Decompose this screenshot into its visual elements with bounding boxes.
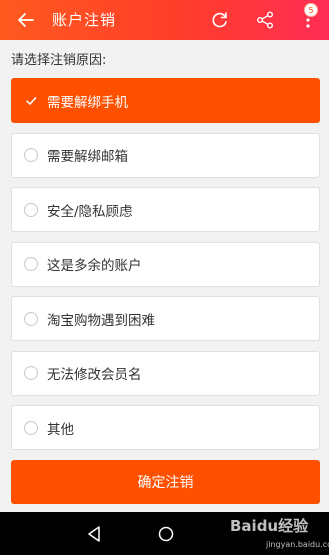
reason-option[interactable]: 淘宝购物遇到困难 — [11, 296, 320, 341]
radio-icon — [24, 148, 38, 162]
app-header: 账户注销 5 — [0, 0, 329, 40]
confirm-cancel-account-button[interactable]: 确定注销 — [11, 460, 320, 504]
refresh-button[interactable] — [208, 8, 232, 32]
reason-option[interactable]: 这是多余的账户 — [11, 241, 320, 287]
reason-list: 需要解绑手机 需要解绑邮箱 安全/隐私顾虑 这是多余的账户 淘宝购物遇到困难 无… — [11, 78, 320, 460]
reason-option-label: 无法修改会员名 — [47, 367, 142, 383]
reason-option-label: 这是多余的账户 — [47, 258, 142, 274]
watermark-url: jingyan.baidu.com — [266, 540, 329, 549]
nav-home-button[interactable] — [155, 523, 177, 545]
reason-option-label: 需要解绑手机 — [47, 94, 128, 111]
reason-option-label: 安全/隐私顾虑 — [47, 203, 133, 220]
refresh-icon — [212, 12, 227, 28]
nav-back-icon — [88, 526, 100, 542]
watermark-brand: Baidu经验 — [230, 517, 309, 535]
page-title: 账户注销 — [52, 11, 117, 29]
reason-option[interactable]: 安全/隐私顾虑 — [11, 187, 320, 232]
reason-option-label: 其他 — [47, 421, 74, 438]
radio-icon — [24, 420, 38, 435]
reason-option-label: 淘宝购物遇到困难 — [47, 312, 155, 329]
nav-home-icon — [158, 526, 174, 542]
reason-option[interactable]: 需要解绑手机 — [11, 78, 320, 123]
radio-icon — [24, 311, 38, 326]
back-button[interactable] — [14, 8, 38, 32]
reason-prompt: 请选择注销原因: — [11, 53, 107, 68]
check-icon — [24, 94, 38, 108]
reason-option[interactable]: 需要解绑邮箱 — [11, 132, 320, 178]
reason-option[interactable]: 无法修改会员名 — [11, 350, 320, 396]
back-arrow-icon — [18, 13, 34, 27]
watermark: Baidu经验 jingyan.baidu.com — [218, 512, 329, 555]
notification-badge: 5 — [304, 3, 318, 17]
reason-option-label: 需要解绑邮箱 — [47, 149, 128, 165]
radio-icon — [24, 366, 38, 380]
nav-back-button[interactable] — [83, 523, 105, 545]
share-button[interactable] — [253, 8, 277, 32]
share-icon — [257, 11, 273, 29]
radio-icon — [24, 202, 38, 217]
radio-icon — [24, 257, 38, 271]
reason-option[interactable]: 其他 — [11, 405, 320, 450]
